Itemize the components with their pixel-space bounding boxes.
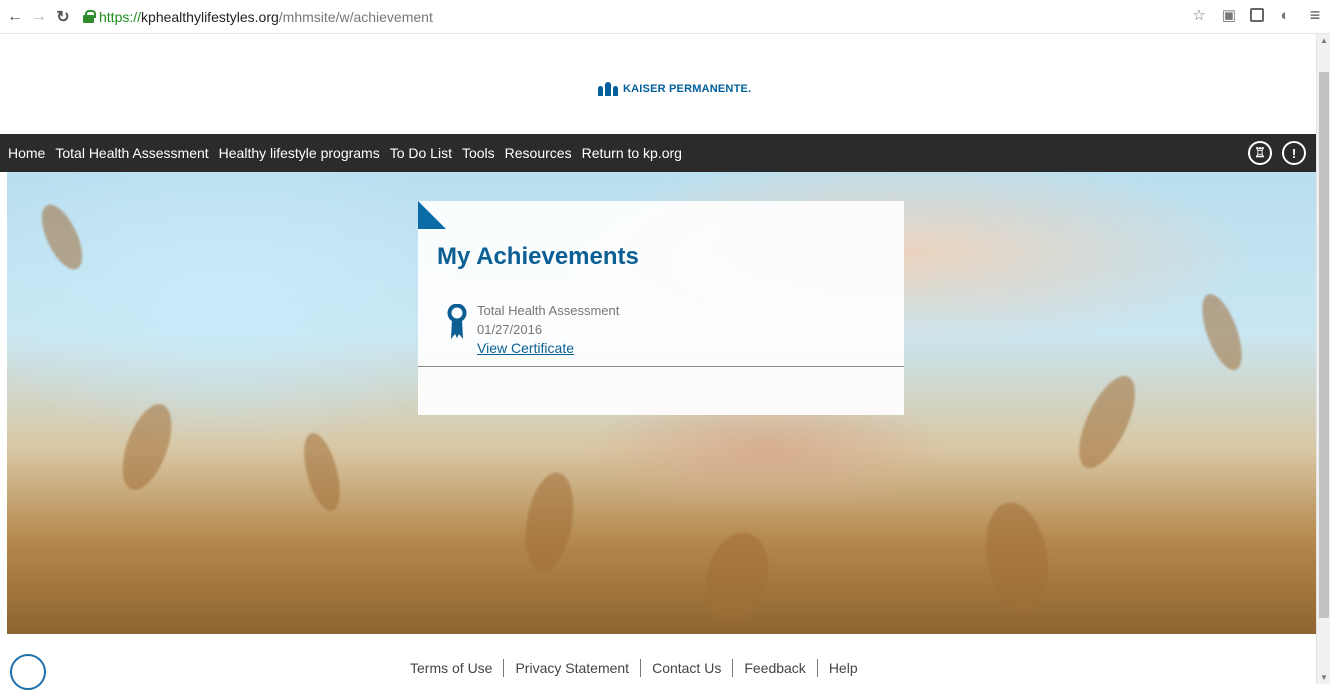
achievements-card: My Achievements Total Health Assessment … (418, 201, 904, 415)
reload-icon[interactable]: ↻ (53, 7, 73, 27)
main-navigation: Home Total Health Assessment Healthy lif… (0, 134, 1316, 172)
page-title: My Achievements (437, 243, 639, 270)
menu-icon[interactable]: ≡ (1306, 5, 1324, 25)
footer-divider (503, 659, 505, 677)
scroll-down-icon[interactable]: ▼ (1320, 673, 1328, 682)
nav-resources[interactable]: Resources (505, 145, 572, 161)
lock-icon (83, 10, 96, 23)
footer-divider (732, 659, 734, 677)
feedback-widget-icon[interactable] (10, 654, 46, 690)
nav-return-to-kp[interactable]: Return to kp.org (582, 145, 682, 161)
logo-text: KAISER PERMANENTE. (623, 83, 752, 95)
view-certificate-link[interactable]: View Certificate (477, 340, 574, 356)
profile-icon[interactable]: ! (1282, 141, 1306, 165)
footer-links: Terms of Use Privacy Statement Contact U… (410, 659, 858, 677)
address-bar[interactable]: https:// kphealthylifestyles.org /mhmsit… (83, 6, 433, 28)
card-divider (418, 366, 904, 367)
page-scrollbar[interactable]: ▲ ▼ (1316, 34, 1330, 684)
url-path: /mhmsite/w/achievement (278, 8, 433, 25)
kaiser-logo-icon (598, 82, 618, 96)
ribbon-award-icon (447, 304, 467, 339)
nav-total-health-assessment[interactable]: Total Health Assessment (55, 145, 208, 161)
footer-link-help[interactable]: Help (829, 660, 858, 676)
footer-link-terms[interactable]: Terms of Use (410, 660, 492, 676)
bookmark-star-icon[interactable]: ☆ (1190, 6, 1208, 24)
nav-tools[interactable]: Tools (462, 145, 495, 161)
achievement-date: 01/27/2016 (477, 322, 543, 337)
footer-link-contact[interactable]: Contact Us (652, 660, 721, 676)
back-arrow-icon[interactable]: ← (5, 7, 25, 27)
extension-square-icon[interactable] (1250, 8, 1264, 22)
extension-icon[interactable]: ▣ (1220, 6, 1238, 24)
nav-healthy-lifestyle-programs[interactable]: Healthy lifestyle programs (219, 145, 380, 161)
footer-link-privacy[interactable]: Privacy Statement (515, 660, 629, 676)
footer-link-feedback[interactable]: Feedback (744, 660, 805, 676)
footer: Terms of Use Privacy Statement Contact U… (0, 634, 1316, 690)
achievement-name: Total Health Assessment (477, 303, 620, 318)
url-scheme: https:// (99, 8, 142, 25)
kaiser-logo[interactable]: KAISER PERMANENTE. (598, 82, 751, 96)
nav-to-do-list[interactable]: To Do List (390, 145, 452, 161)
trophy-icon[interactable]: ♖ (1248, 141, 1272, 165)
url-host: kphealthylifestyles.org (141, 8, 279, 25)
footer-divider (816, 659, 818, 677)
footer-divider (640, 659, 642, 677)
browser-toolbar: ← → ↻ https:// kphealthylifestyles.org /… (0, 0, 1330, 34)
nav-home[interactable]: Home (8, 145, 45, 161)
site-header: KAISER PERMANENTE. (0, 34, 1316, 134)
extension-globe-icon[interactable]: ◐ (1276, 6, 1294, 24)
forward-arrow-icon[interactable]: → (29, 7, 49, 27)
card-corner-accent (418, 201, 446, 229)
scroll-thumb[interactable] (1319, 72, 1329, 618)
scroll-up-icon[interactable]: ▲ (1320, 36, 1328, 45)
